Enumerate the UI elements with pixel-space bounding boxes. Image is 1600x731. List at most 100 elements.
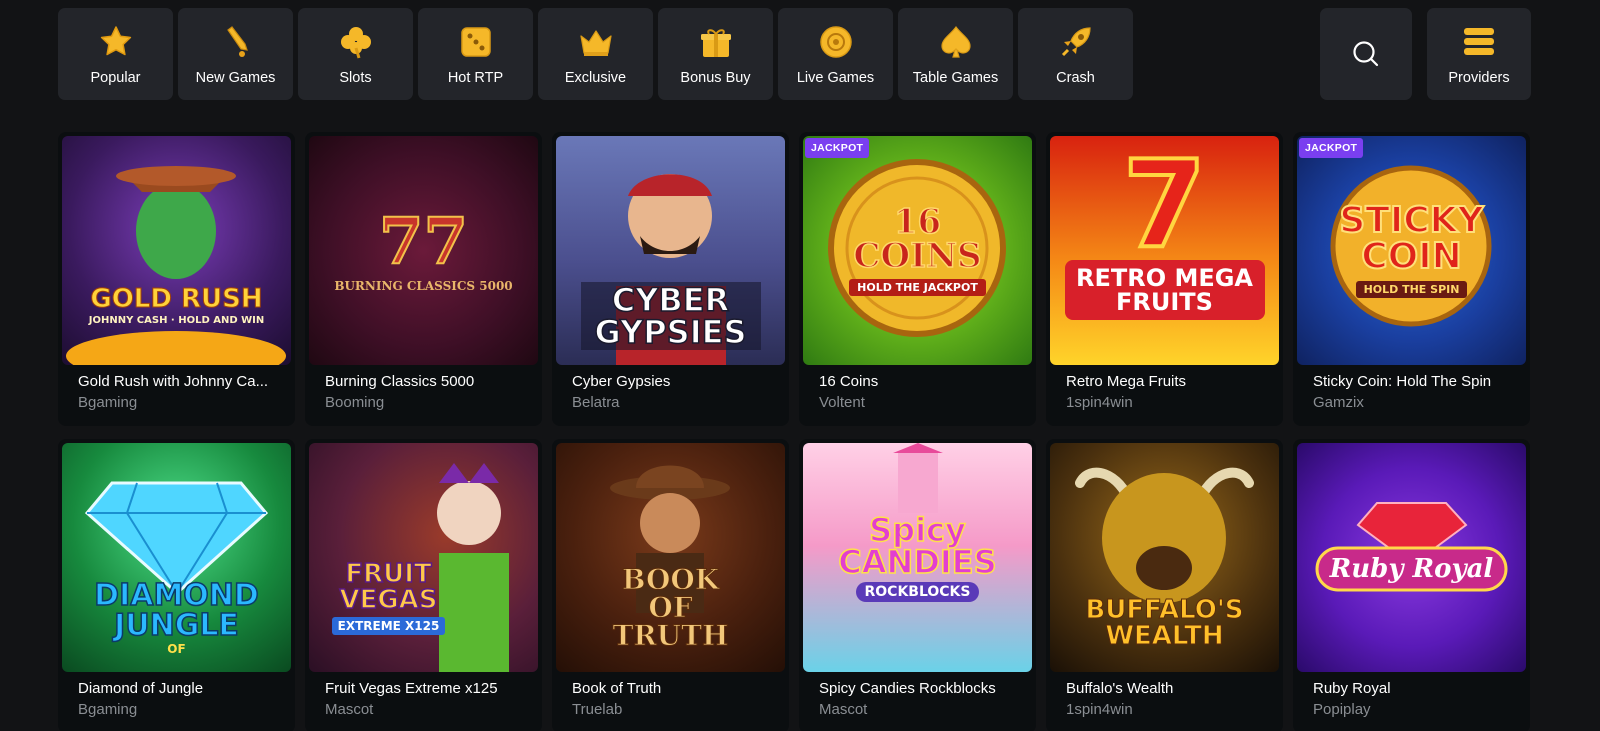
- category-table-games[interactable]: Table Games: [898, 8, 1013, 100]
- clover-icon: [336, 22, 376, 62]
- game-provider: Gamzix: [1313, 394, 1364, 411]
- category-label: Hot RTP: [447, 70, 504, 86]
- category-exclusive[interactable]: Exclusive: [538, 8, 653, 100]
- category-label: New Games: [195, 70, 276, 86]
- game-art-badge: 7: [1121, 136, 1208, 275]
- search-button[interactable]: [1320, 8, 1412, 100]
- search-icon: [1353, 41, 1379, 67]
- game-title: Book of Truth: [572, 680, 662, 697]
- category-hot-rtp[interactable]: Hot RTP: [418, 8, 533, 100]
- category-label: Live Games: [796, 70, 875, 86]
- game-thumbnail: DIAMOND JUNGLE of: [62, 443, 291, 672]
- jackpot-badge: JACKPOT: [1299, 138, 1364, 158]
- game-art-subtitle: HOLD THE SPIN: [1355, 281, 1468, 298]
- game-title: Retro Mega Fruits: [1066, 373, 1187, 390]
- game-card[interactable]: Ruby Royal Ruby Royal Popiplay: [1293, 439, 1530, 731]
- category-popular[interactable]: Popular: [58, 8, 173, 100]
- dice-icon: [456, 22, 496, 62]
- game-art-subtitle: HOLD THE JACKPOT: [849, 279, 986, 296]
- game-thumbnail: BUFFALO'S WEALTH: [1050, 443, 1279, 672]
- category-new-games[interactable]: New Games: [178, 8, 293, 100]
- game-title: Gold Rush with Johnny Ca...: [78, 373, 269, 390]
- game-provider: Bgaming: [78, 394, 138, 411]
- game-art-title: STICKY COIN: [1338, 200, 1484, 277]
- game-card[interactable]: FRUIT VEGAS EXTREME x125 Fruit Vegas Ext…: [305, 439, 542, 731]
- category-live-games[interactable]: Live Games: [778, 8, 893, 100]
- game-provider: 1spin4win: [1066, 701, 1133, 718]
- game-card[interactable]: 77 BURNING CLASSICS 5000 Burning Classic…: [305, 132, 542, 426]
- game-art-title: DIAMOND JUNGLE: [93, 577, 259, 643]
- game-art-subtitle: ROCKBLOCKS: [856, 581, 979, 602]
- game-provider: 1spin4win: [1066, 394, 1133, 411]
- rocket-icon: [1056, 22, 1096, 62]
- game-art-title: RETRO MEGA FRUITS: [1064, 259, 1265, 320]
- category-label: Crash: [1056, 70, 1095, 86]
- game-provider: Mascot: [325, 701, 374, 718]
- chip-icon: [816, 22, 856, 62]
- category-bonus-buy[interactable]: Bonus Buy: [658, 8, 773, 100]
- category-nav: Popular New Games Slots Hot RTP Exclusiv…: [58, 8, 1133, 100]
- game-card[interactable]: Spicy CANDIES ROCKBLOCKS Spicy Candies R…: [799, 439, 1036, 731]
- game-art-title: Spicy CANDIES: [838, 510, 998, 581]
- spade-icon: [936, 22, 976, 62]
- game-thumbnail: GOLD RUSH JOHNNY CASH · HOLD AND WIN: [62, 136, 291, 365]
- game-art-title: BUFFALO'S WEALTH: [1085, 594, 1244, 651]
- game-provider: Popiplay: [1313, 701, 1371, 718]
- game-title: Spicy Candies Rockblocks: [819, 680, 996, 697]
- game-title: Ruby Royal: [1313, 680, 1391, 697]
- game-card[interactable]: 7 RETRO MEGA FRUITS Retro Mega Fruits 1s…: [1046, 132, 1283, 426]
- category-crash[interactable]: Crash: [1018, 8, 1133, 100]
- game-card[interactable]: BOOK of TRUTH Book of Truth Truelab: [552, 439, 789, 731]
- game-title: Cyber Gypsies: [572, 373, 671, 390]
- game-thumbnail: BOOK of TRUTH: [556, 443, 785, 672]
- game-art-title: 77: [378, 203, 469, 279]
- game-title: Diamond of Jungle: [78, 680, 204, 697]
- game-card[interactable]: JACKPOT 16 COINS HOLD THE JACKPOT 16 Coi…: [799, 132, 1036, 426]
- game-thumbnail: 16 COINS HOLD THE JACKPOT: [803, 136, 1032, 365]
- game-title: Fruit Vegas Extreme x125: [325, 680, 498, 697]
- game-thumbnail: FRUIT VEGAS EXTREME x125: [309, 443, 538, 672]
- game-art-subtitle: of: [167, 641, 186, 656]
- game-card[interactable]: CYBER GYPSIES Cyber Gypsies Belatra: [552, 132, 789, 426]
- game-thumbnail: Ruby Royal: [1297, 443, 1526, 672]
- game-provider: Belatra: [572, 394, 620, 411]
- game-art-subtitle: EXTREME x125: [331, 616, 446, 635]
- game-art-title: CYBER GYPSIES: [580, 281, 761, 350]
- game-provider: Booming: [325, 394, 385, 411]
- game-provider: Mascot: [819, 701, 868, 718]
- category-label: Popular: [90, 70, 141, 86]
- game-title: Burning Classics 5000: [325, 373, 475, 390]
- game-card[interactable]: JACKPOT STICKY COIN HOLD THE SPIN Sticky…: [1293, 132, 1530, 426]
- stack-icon: [1459, 22, 1499, 62]
- game-provider: Truelab: [572, 701, 623, 718]
- game-card[interactable]: GOLD RUSH JOHNNY CASH · HOLD AND WIN Gol…: [58, 132, 295, 426]
- game-title: Sticky Coin: Hold The Spin: [1313, 373, 1492, 390]
- providers-label: Providers: [1448, 70, 1510, 86]
- crown-icon: [576, 22, 616, 62]
- category-label: Table Games: [912, 70, 999, 86]
- bell-icon: [216, 22, 256, 62]
- game-title: Buffalo's Wealth: [1066, 680, 1174, 697]
- jackpot-badge: JACKPOT: [805, 138, 870, 158]
- category-slots[interactable]: Slots: [298, 8, 413, 100]
- game-provider: Bgaming: [78, 701, 138, 718]
- star-icon: [96, 22, 136, 62]
- category-label: Slots: [339, 70, 372, 86]
- game-thumbnail: 77 BURNING CLASSICS 5000: [309, 136, 538, 365]
- game-thumbnail: 7 RETRO MEGA FRUITS: [1050, 136, 1279, 365]
- game-thumbnail: CYBER GYPSIES: [556, 136, 785, 365]
- game-thumbnail: Spicy CANDIES ROCKBLOCKS: [803, 443, 1032, 672]
- game-thumbnail: STICKY COIN HOLD THE SPIN: [1297, 136, 1526, 365]
- game-art-title: FRUIT VEGAS: [339, 558, 439, 615]
- game-grid: GOLD RUSH JOHNNY CASH · HOLD AND WIN Gol…: [58, 132, 1530, 731]
- game-card[interactable]: DIAMOND JUNGLE of Diamond of Jungle Bgam…: [58, 439, 295, 731]
- game-provider: Voltent: [819, 394, 865, 411]
- game-art-title: Ruby Royal: [1329, 553, 1494, 584]
- providers-button[interactable]: Providers: [1427, 8, 1531, 100]
- game-art-title: BOOK of TRUTH: [612, 562, 729, 652]
- game-card[interactable]: BUFFALO'S WEALTH Buffalo's Wealth 1spin4…: [1046, 439, 1283, 731]
- category-label: Bonus Buy: [680, 70, 751, 86]
- category-label: Exclusive: [564, 70, 627, 86]
- game-art-title: 16 COINS: [853, 202, 983, 276]
- game-art-subtitle: BURNING CLASSICS 5000: [334, 278, 513, 293]
